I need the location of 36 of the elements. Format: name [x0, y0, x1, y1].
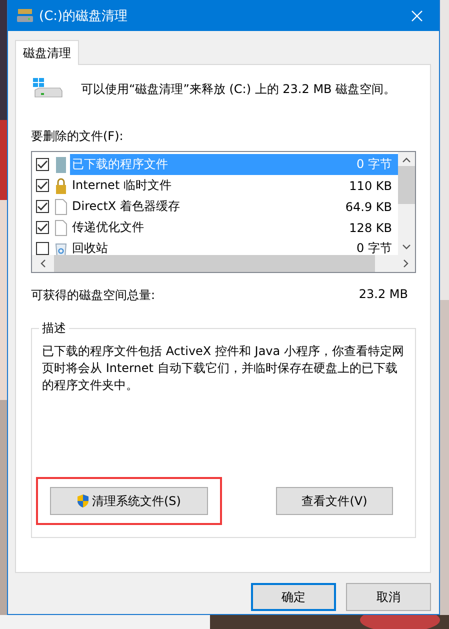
- panel-button[interactable]: 清理系统文件(S): [50, 487, 208, 515]
- file-icon: [55, 220, 67, 236]
- dialog-button[interactable]: 确定: [251, 583, 336, 611]
- checkbox[interactable]: [36, 221, 49, 234]
- panel-button[interactable]: 查看文件(V): [276, 487, 393, 515]
- checkbox[interactable]: [36, 200, 49, 213]
- file-icon: [55, 198, 67, 214]
- checkbox[interactable]: [36, 179, 49, 192]
- vertical-scrollbar[interactable]: [398, 152, 415, 255]
- drive-icon: [17, 8, 33, 22]
- description-text: 已下载的程序文件包括 ActiveX 控件和 Java 小程序，你查看特定网页时将会从 Internet 自动下载它们，并临时保存在硬盘上的已下载的程序文件夹中。: [42, 343, 405, 394]
- checkbox[interactable]: [36, 242, 49, 255]
- tab[interactable]: 磁盘清理: [15, 40, 79, 65]
- checkbox[interactable]: [36, 158, 49, 171]
- intro-text: 可以使用“磁盘清理”来释放 (C:) 上的 23.2 MB 磁盘空间。: [81, 80, 396, 98]
- disk-cleanup-icon: [33, 78, 63, 100]
- dialog-button[interactable]: 取消: [346, 583, 431, 611]
- group-title: 描述: [39, 320, 69, 337]
- scroll-up-icon[interactable]: [402, 157, 411, 163]
- close-icon: [410, 10, 422, 22]
- total-value: 23.2 MB: [358, 287, 408, 303]
- file-list-item[interactable]: 回收站 0 字节: [70, 238, 398, 255]
- file-list-item[interactable]: 传递优化文件 128 KB: [70, 217, 398, 238]
- scroll-left-icon[interactable]: [40, 259, 46, 268]
- window-title: (C:)的磁盘清理: [39, 8, 129, 24]
- file-icon: [55, 156, 67, 172]
- horizontal-scrollbar[interactable]: [32, 255, 415, 272]
- recycle-bin-icon: [55, 240, 67, 255]
- scroll-right-icon[interactable]: [403, 259, 409, 268]
- file-list-item[interactable]: Internet 临时文件 110 KB: [70, 175, 398, 196]
- file-list-item[interactable]: DirectX 着色器缓存 64.9 KB: [70, 196, 398, 217]
- scroll-down-icon[interactable]: [402, 244, 411, 250]
- total-label: 可获得的磁盘空间总量:: [31, 287, 156, 304]
- files-label: 要删除的文件(F):: [31, 128, 124, 145]
- lock-icon: [55, 178, 67, 194]
- shield-icon: [77, 494, 89, 508]
